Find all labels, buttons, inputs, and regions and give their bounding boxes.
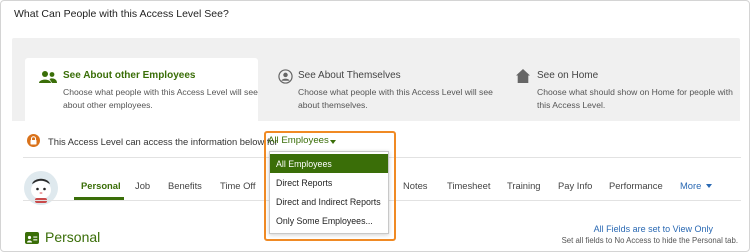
id-card-icon xyxy=(25,232,39,244)
field-access-dropdown[interactable]: All Fields are set to View Only xyxy=(594,224,713,234)
tab-benefits[interactable]: Benefits xyxy=(168,180,202,191)
field-access-help: Set all fields to No Access to hide the … xyxy=(561,236,738,245)
home-icon xyxy=(516,69,530,83)
user-circle-icon xyxy=(278,69,293,84)
tab-time-off[interactable]: Time Off xyxy=(220,180,255,191)
card-description: Choose what should show on Home for peop… xyxy=(537,87,733,110)
page-heading: What Can People with this Access Level S… xyxy=(14,8,229,20)
card-title: See About other Employees xyxy=(63,70,196,81)
menu-item-direct-reports[interactable]: Direct Reports xyxy=(270,173,388,192)
chevron-down-icon[interactable] xyxy=(706,184,712,188)
card-title: See About Themselves xyxy=(298,70,401,81)
menu-item-all-employees[interactable]: All Employees xyxy=(270,154,388,173)
access-level-panel: What Can People with this Access Level S… xyxy=(0,0,750,252)
tab-more[interactable]: More xyxy=(680,180,701,191)
menu-item-only-some-employees[interactable]: Only Some Employees... xyxy=(270,211,388,230)
tab-pay-info[interactable]: Pay Info xyxy=(558,180,592,191)
tab-training[interactable]: Training xyxy=(507,180,541,191)
card-see-on-home[interactable]: See on Home Choose what should show on H… xyxy=(503,58,733,121)
tab-performance[interactable]: Performance xyxy=(609,180,663,191)
tab-personal[interactable]: Personal xyxy=(81,180,121,191)
card-see-about-others[interactable]: See About other Employees Choose what pe… xyxy=(25,58,258,121)
card-description: Choose what people with this Access Leve… xyxy=(298,87,493,110)
tab-notes[interactable]: Notes xyxy=(403,180,428,191)
employee-scope-menu: All Employees Direct Reports Direct and … xyxy=(269,151,389,234)
card-title: See on Home xyxy=(537,70,599,81)
menu-item-direct-indirect-reports[interactable]: Direct and Indirect Reports xyxy=(270,192,388,211)
tab-timesheet[interactable]: Timesheet xyxy=(447,180,490,191)
lock-icon xyxy=(27,134,40,147)
tab-job[interactable]: Job xyxy=(135,180,150,191)
card-see-about-themselves[interactable]: See About Themselves Choose what people … xyxy=(267,58,497,121)
access-description: This Access Level can access the informa… xyxy=(48,136,278,147)
people-icon xyxy=(39,71,57,83)
card-description: Choose what people with this Access Leve… xyxy=(63,87,258,110)
section-title: Personal xyxy=(45,229,101,245)
